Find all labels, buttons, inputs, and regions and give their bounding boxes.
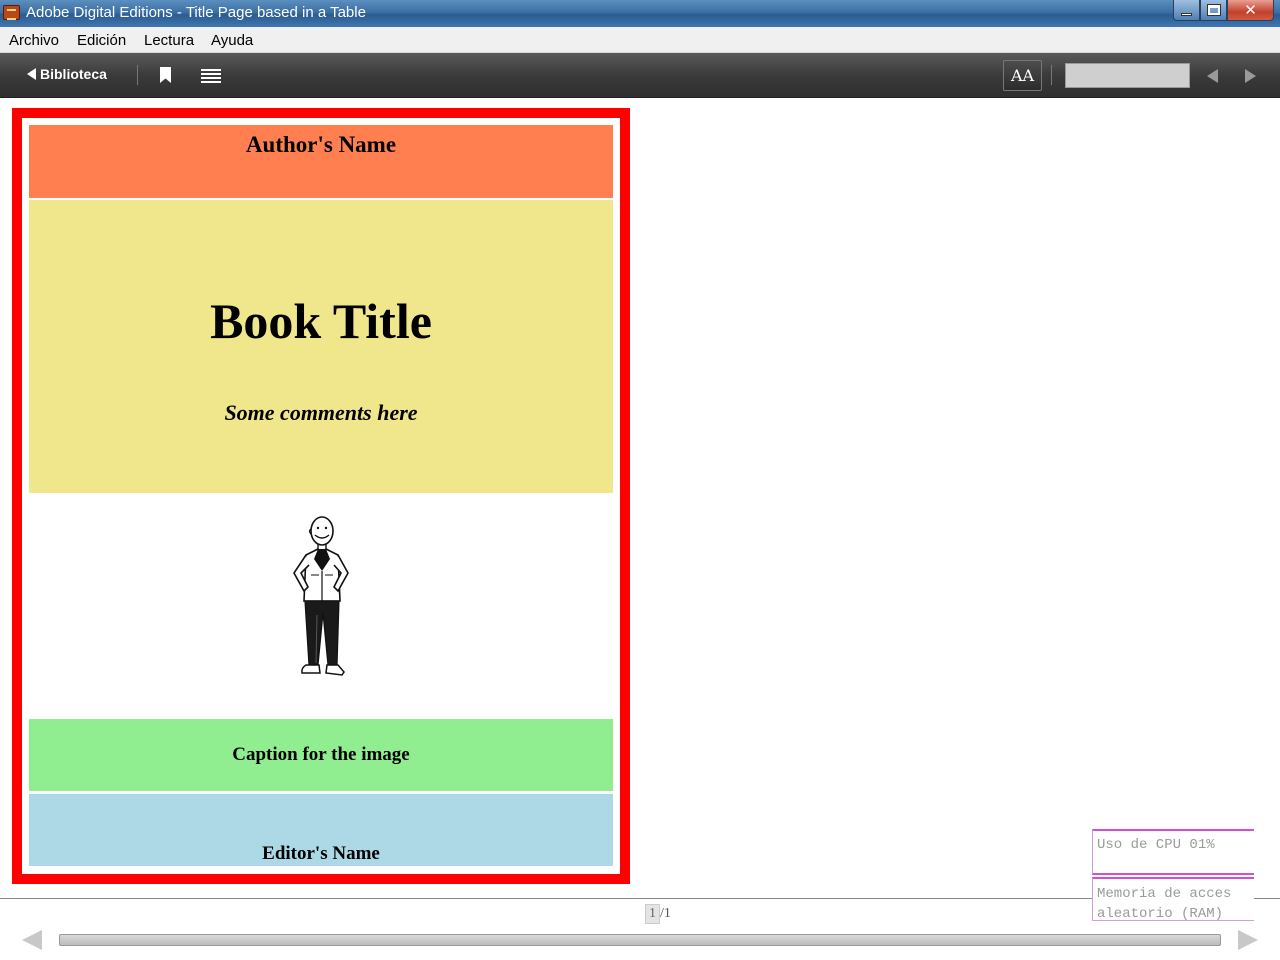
minimize-button[interactable] bbox=[1173, 0, 1200, 21]
ram-usage-panel: Memoria de acces aleatorio (RAM) bbox=[1092, 877, 1254, 921]
cartoon-man-illustration bbox=[293, 516, 349, 676]
window-controls: ✕ bbox=[1173, 0, 1274, 21]
image-cell bbox=[29, 493, 613, 719]
back-arrow-icon bbox=[27, 68, 36, 80]
toolbar-separator bbox=[1051, 65, 1052, 85]
restore-button[interactable] bbox=[1200, 0, 1227, 21]
next-page-icon[interactable] bbox=[1245, 69, 1256, 83]
window-title: Adobe Digital Editions - Title Page base… bbox=[26, 4, 366, 21]
reader-toolbar: Biblioteca AA bbox=[0, 53, 1280, 98]
previous-page-icon[interactable] bbox=[1207, 69, 1218, 83]
close-button[interactable]: ✕ bbox=[1227, 0, 1274, 21]
editor-name: Editor's Name bbox=[262, 843, 380, 864]
author-cell: Author's Name bbox=[29, 125, 613, 198]
font-size-button[interactable]: AA bbox=[1003, 60, 1042, 91]
minimize-icon bbox=[1181, 12, 1192, 16]
table-of-contents-icon[interactable] bbox=[201, 69, 221, 83]
cpu-usage-label: Uso de CPU 01% bbox=[1097, 837, 1215, 853]
ram-label-line2: aleatorio (RAM) bbox=[1097, 906, 1224, 921]
bookmark-icon[interactable] bbox=[160, 67, 171, 83]
menu-edicion[interactable]: Edición bbox=[77, 32, 126, 49]
title-bar[interactable]: Adobe Digital Editions - Title Page base… bbox=[0, 0, 1280, 27]
search-input[interactable] bbox=[1065, 63, 1190, 88]
page-scrollbar[interactable] bbox=[59, 934, 1221, 946]
current-page-field[interactable]: 1 bbox=[645, 904, 660, 924]
image-caption: Caption for the image bbox=[232, 744, 410, 765]
page-forward-arrow-icon[interactable] bbox=[1238, 930, 1258, 950]
menu-bar: Archivo Edición Lectura Ayuda bbox=[0, 27, 1280, 53]
menu-ayuda[interactable]: Ayuda bbox=[211, 32, 253, 49]
book-page: Author's Name Book Title Some comments h… bbox=[12, 108, 630, 884]
restore-icon bbox=[1207, 5, 1220, 15]
toolbar-separator bbox=[137, 65, 138, 85]
close-icon: ✕ bbox=[1244, 1, 1257, 19]
font-size-icon: AA bbox=[1010, 66, 1035, 85]
book-title: Book Title bbox=[210, 293, 432, 349]
app-icon bbox=[3, 5, 20, 20]
menu-lectura[interactable]: Lectura bbox=[144, 32, 194, 49]
editor-cell: Editor's Name bbox=[29, 794, 613, 866]
page-back-arrow-icon[interactable] bbox=[22, 930, 42, 950]
system-monitor-gadget: Uso de CPU 01% Memoria de acces aleatori… bbox=[1092, 829, 1254, 921]
caption-cell: Caption for the image bbox=[29, 719, 613, 791]
library-button[interactable]: Biblioteca bbox=[27, 66, 107, 82]
cpu-usage-panel: Uso de CPU 01% bbox=[1092, 829, 1254, 875]
title-cell: Book Title Some comments here bbox=[29, 200, 613, 493]
book-comments: Some comments here bbox=[224, 400, 418, 425]
menu-archivo[interactable]: Archivo bbox=[9, 32, 59, 49]
ram-label-line1: Memoria de acces bbox=[1097, 886, 1232, 902]
page-indicator: 1 / 1 bbox=[645, 904, 671, 924]
bottom-divider bbox=[0, 898, 1280, 899]
author-name: Author's Name bbox=[245, 132, 397, 157]
library-label: Biblioteca bbox=[40, 66, 107, 82]
total-pages: 1 bbox=[663, 906, 671, 921]
